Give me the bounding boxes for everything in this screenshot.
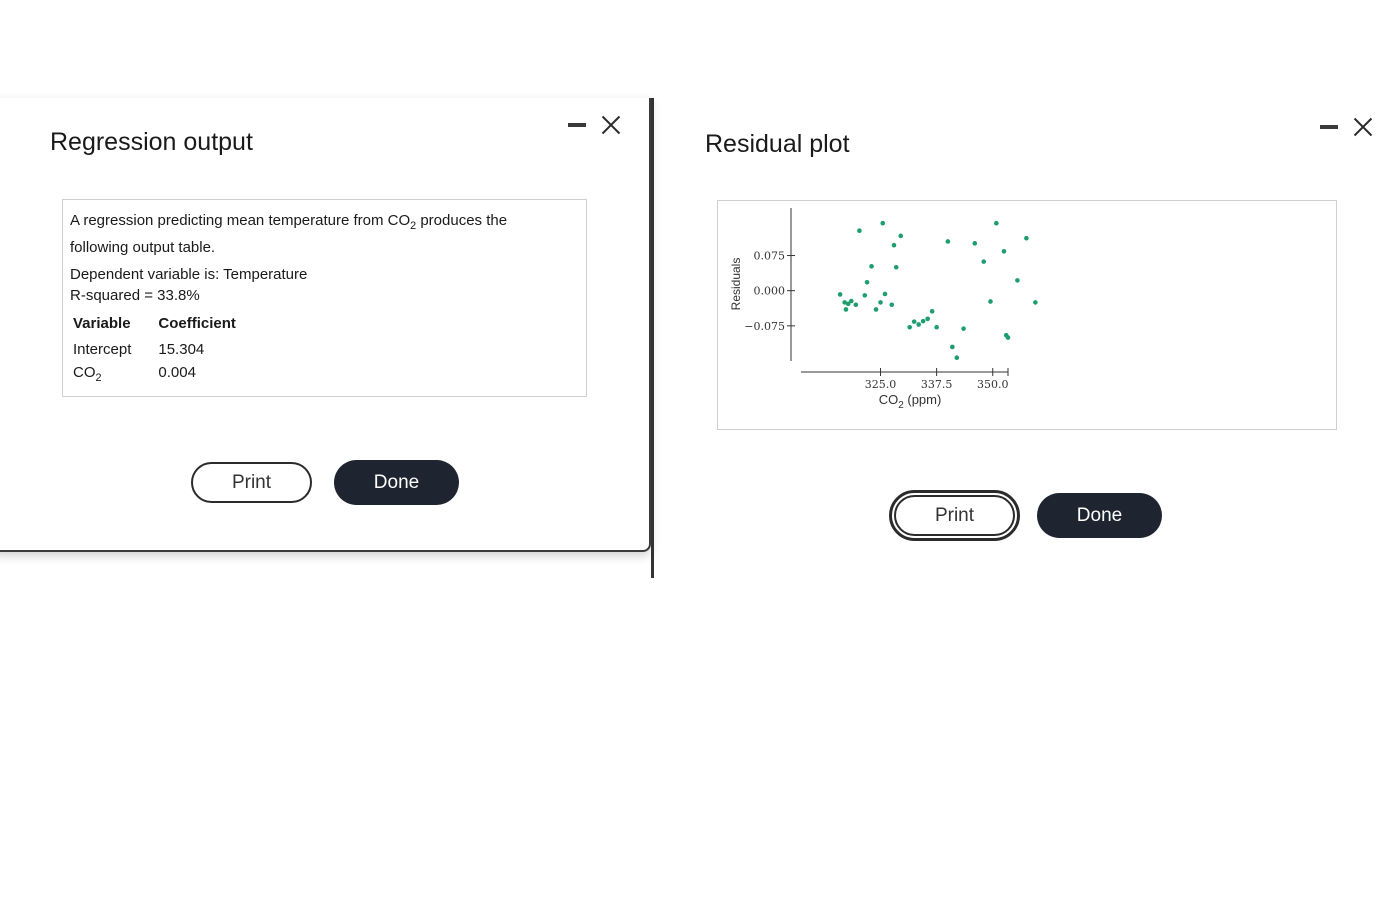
- dialog-title: Residual plot: [705, 130, 850, 158]
- dialog-title: Regression output: [50, 128, 253, 156]
- intro-suffix: produces the: [416, 212, 508, 229]
- data-point: [893, 264, 899, 270]
- data-point: [880, 220, 886, 226]
- data-point: [961, 326, 966, 331]
- data-point: [878, 300, 883, 305]
- print-button-label: Print: [894, 495, 1015, 536]
- y-axis-title: Residuals: [729, 258, 743, 311]
- column-header-variable: Variable: [73, 315, 131, 332]
- y-tick-label: −0.075: [744, 320, 785, 333]
- data-point: [981, 259, 987, 264]
- data-point: [1024, 235, 1029, 241]
- minimize-icon[interactable]: [568, 123, 586, 127]
- data-point: [853, 302, 859, 308]
- data-point: [972, 241, 978, 246]
- data-point: [843, 307, 849, 312]
- data-point: [920, 318, 926, 324]
- data-point: [1033, 300, 1038, 305]
- data-point: [945, 239, 951, 244]
- data-point: [857, 228, 862, 233]
- variable-cell: CO2: [72, 361, 157, 384]
- intro-line-2: following output table.: [70, 239, 216, 256]
- close-icon[interactable]: [600, 114, 622, 136]
- data-point: [864, 279, 870, 285]
- window-controls: [568, 114, 622, 136]
- table-row: Intercept 15.304: [72, 338, 262, 361]
- print-button[interactable]: Print: [191, 462, 312, 503]
- data-point: [916, 322, 921, 327]
- data-point: [929, 309, 935, 314]
- x-tick-label: 350.0: [977, 378, 1009, 391]
- data-point: [889, 302, 895, 308]
- regression-output-panel: A regression predicting mean temperature…: [62, 199, 587, 397]
- data-point: [907, 324, 912, 330]
- data-point: [934, 324, 939, 330]
- regression-meta: Dependent variable is: Temperature R-squ…: [70, 264, 579, 306]
- data-point: [873, 307, 879, 312]
- print-button[interactable]: Print: [889, 490, 1020, 541]
- x-tick-label: 337.5: [921, 378, 953, 391]
- data-point: [837, 292, 843, 297]
- data-point: [950, 344, 955, 350]
- intro-prefix: A regression predicting mean temperature…: [70, 212, 411, 229]
- table-row: CO2 0.004: [72, 361, 262, 384]
- variable-name: Intercept: [73, 341, 132, 358]
- residual-plot-dialog: Residual plot 0.075 0.000 −0.075 325.0 337.5…: [654, 98, 1392, 578]
- data-point: [1005, 335, 1011, 340]
- data-point: [1015, 278, 1020, 283]
- data-point: [925, 316, 930, 322]
- variable-cell: Intercept: [72, 338, 157, 361]
- variable-subscript: 2: [95, 371, 102, 384]
- column-header-coefficient: Coefficient: [158, 315, 236, 332]
- data-point: [988, 299, 993, 304]
- data-point: [862, 293, 868, 298]
- data-point: [869, 264, 874, 269]
- coefficient-cell: 15.304: [158, 341, 205, 358]
- residual-plot-chart: 0.075 0.000 −0.075 325.0 337.5 350.0 Residuals…: [729, 208, 1038, 411]
- residual-plot-panel: 0.075 0.000 −0.075 325.0 337.5 350.0 Residuals…: [717, 200, 1337, 430]
- data-point: [891, 242, 897, 248]
- data-point: [898, 233, 904, 239]
- regression-output-dialog: Regression output A regression predictin…: [0, 98, 651, 552]
- window-controls: [1320, 116, 1374, 138]
- data-point: [849, 298, 854, 304]
- coefficient-table: Variable Coefficient Intercept 15.304 CO…: [72, 315, 262, 384]
- data-point: [994, 220, 999, 226]
- r-squared-text: R-squared = 33.8%: [70, 287, 200, 304]
- data-point: [1001, 249, 1007, 254]
- coefficient-cell: 0.004: [158, 364, 196, 381]
- table-header-row: Variable Coefficient: [72, 315, 262, 338]
- y-tick-label: 0.075: [754, 250, 786, 263]
- minimize-icon[interactable]: [1320, 125, 1338, 129]
- data-point: [954, 355, 960, 361]
- y-tick-label: 0.000: [754, 285, 786, 298]
- data-point: [911, 319, 917, 324]
- done-button[interactable]: Done: [1037, 493, 1162, 538]
- close-icon[interactable]: [1352, 116, 1374, 138]
- x-axis-title: CO2 (ppm): [879, 392, 942, 411]
- done-button[interactable]: Done: [334, 460, 459, 505]
- dependent-variable-text: Dependent variable is: Temperature: [70, 266, 308, 283]
- data-point: [882, 291, 888, 297]
- x-tick-label: 325.0: [865, 378, 897, 391]
- variable-name: CO: [73, 364, 96, 381]
- intro-text: A regression predicting mean temperature…: [70, 207, 579, 261]
